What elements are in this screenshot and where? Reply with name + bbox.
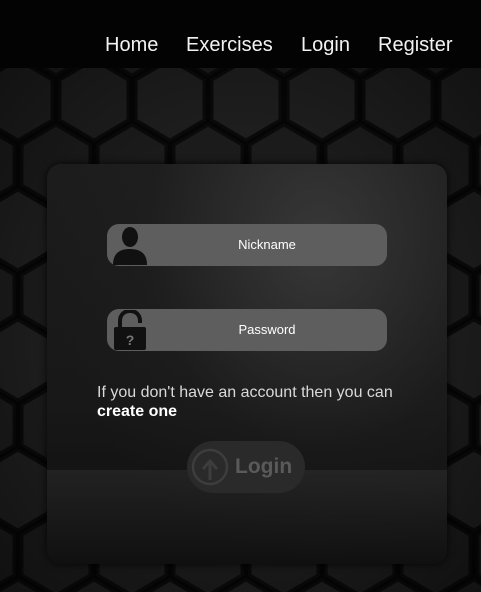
nav-login-link[interactable]: Login [301, 33, 350, 57]
register-prompt-text: If you don't have an account then you ca… [97, 384, 393, 401]
svg-text:?: ? [126, 332, 135, 348]
nickname-field[interactable]: Nickname [107, 224, 387, 266]
nav-register-link[interactable]: Register [378, 33, 452, 57]
nav-exercises-link[interactable]: Exercises [186, 33, 273, 57]
main-nav: Home Exercises Login Register [0, 33, 481, 57]
nav-home-link[interactable]: Home [105, 33, 158, 57]
user-silhouette-icon [113, 227, 147, 265]
register-prompt: If you don't have an account then you ca… [97, 383, 427, 421]
create-account-link[interactable]: create one [97, 402, 177, 421]
padlock-icon: ? [114, 310, 146, 350]
login-button-label: Login [235, 455, 293, 478]
password-placeholder: Password [238, 322, 296, 337]
login-button[interactable]: Login [187, 441, 305, 493]
login-card: Nickname ? Password If you don't have an… [47, 164, 447, 564]
nickname-placeholder: Nickname [238, 237, 296, 252]
upload-arrow-icon [191, 448, 229, 486]
top-nav-bar: Home Exercises Login Register [0, 0, 481, 68]
password-field[interactable]: ? Password [107, 309, 387, 351]
